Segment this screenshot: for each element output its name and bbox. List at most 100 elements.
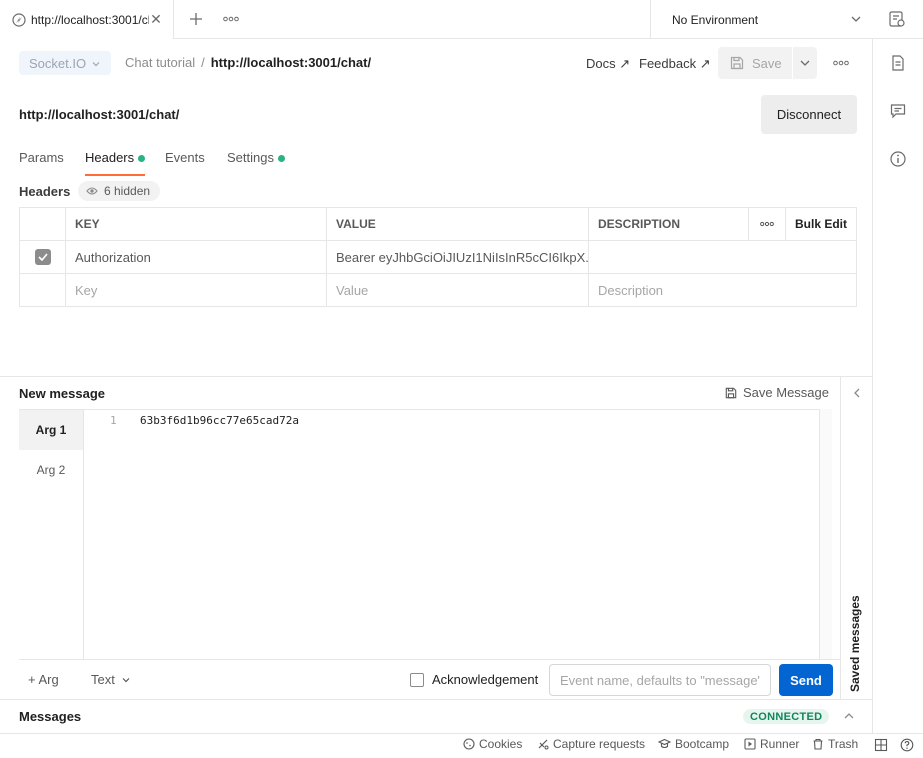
tab-params[interactable]: Params xyxy=(19,150,85,176)
event-name-input[interactable] xyxy=(549,664,771,696)
headers-indicator-dot xyxy=(138,155,145,162)
format-select[interactable]: Text xyxy=(91,672,131,687)
breadcrumb-separator: / xyxy=(201,55,205,70)
headers-section-label: Headers xyxy=(19,184,71,199)
table-row-new: Key Value Description xyxy=(20,274,856,307)
save-message-button[interactable]: Save Message xyxy=(725,385,829,400)
environment-quicklook-icon[interactable] xyxy=(888,10,906,28)
settings-indicator-dot xyxy=(277,155,285,162)
hidden-headers-toggle[interactable]: 6 hidden xyxy=(78,181,161,201)
url-field[interactable]: http://localhost:3001/chat/ xyxy=(19,107,179,122)
composer-divider xyxy=(0,376,872,377)
socketio-icon xyxy=(12,12,26,27)
breadcrumb: Chat tutorial / http://localhost:3001/ch… xyxy=(125,55,371,70)
plus-icon xyxy=(190,13,202,25)
checkbox-checked-icon[interactable] xyxy=(34,249,51,265)
tab-title: http://localhost:3001/chat/ xyxy=(31,12,149,27)
close-icon[interactable]: ✕ xyxy=(149,11,163,27)
message-editor[interactable]: 1 63b3f6d1b96cc77e65cad72a xyxy=(84,409,820,659)
tab-settings[interactable]: Settings xyxy=(227,150,297,176)
breadcrumb-request-name[interactable]: http://localhost:3001/chat/ xyxy=(211,55,371,70)
cookies-button[interactable]: Cookies xyxy=(463,737,522,751)
chevron-down-icon xyxy=(800,60,810,66)
satellite-icon xyxy=(538,739,549,750)
header-description-cell[interactable] xyxy=(588,241,856,273)
documentation-icon[interactable] xyxy=(889,54,907,72)
column-header-value: VALUE xyxy=(326,208,588,240)
new-key-input[interactable]: Key xyxy=(65,274,326,306)
add-arg-button[interactable]: + Arg xyxy=(28,672,59,687)
bootcamp-button[interactable]: Bootcamp xyxy=(658,737,729,751)
chevron-down-icon xyxy=(851,16,861,22)
more-icon xyxy=(760,221,774,227)
args-tabs: Arg 1 Arg 2 xyxy=(19,409,84,659)
cookie-icon xyxy=(463,738,475,750)
save-options-button[interactable] xyxy=(793,47,817,79)
new-tab-button[interactable] xyxy=(186,9,206,29)
messages-title: Messages xyxy=(19,709,82,724)
headers-table: KEY VALUE DESCRIPTION Bulk Edit Authoriz… xyxy=(19,207,857,307)
line-number: 1 xyxy=(110,414,117,427)
help-icon[interactable] xyxy=(900,738,914,752)
tabs-more-button[interactable] xyxy=(221,9,241,29)
protocol-select[interactable]: Socket.IO xyxy=(19,51,111,75)
editor-scrollbar[interactable] xyxy=(820,409,832,659)
runner-button[interactable]: Runner xyxy=(744,737,799,751)
new-message-title: New message xyxy=(19,386,105,401)
request-subtabs: Params Headers Events Settings xyxy=(19,150,297,176)
more-icon xyxy=(223,16,239,22)
request-tab[interactable]: http://localhost:3001/chat/ ✕ xyxy=(0,0,174,39)
column-header-description: DESCRIPTION xyxy=(588,208,748,240)
header-key-cell[interactable]: Authorization xyxy=(65,241,326,273)
send-button[interactable]: Send xyxy=(779,664,833,696)
environment-select[interactable]: No Environment xyxy=(650,0,872,39)
graduation-cap-icon xyxy=(658,738,671,749)
trash-icon xyxy=(813,738,823,750)
saved-messages-label[interactable]: Saved messages xyxy=(848,595,862,692)
header-value-cell[interactable]: Bearer eyJhbGciOiJIUzI1NiIsInR5cCI6IkpX.… xyxy=(326,241,588,273)
disconnect-button[interactable]: Disconnect xyxy=(761,95,857,134)
environment-label: No Environment xyxy=(672,12,759,27)
info-icon[interactable] xyxy=(889,150,907,168)
hidden-count: 6 hidden xyxy=(104,184,151,198)
row-checkbox[interactable] xyxy=(20,241,65,273)
more-icon xyxy=(833,60,849,66)
tab-headers[interactable]: Headers xyxy=(85,150,145,176)
chevron-up-icon[interactable] xyxy=(843,710,855,722)
message-content[interactable]: 63b3f6d1b96cc77e65cad72a xyxy=(140,414,299,427)
save-icon xyxy=(730,56,744,70)
trash-button[interactable]: Trash xyxy=(812,737,858,751)
request-more-button[interactable] xyxy=(831,55,851,71)
table-header-row: KEY VALUE DESCRIPTION Bulk Edit xyxy=(20,208,856,241)
status-badge: CONNECTED xyxy=(743,709,830,724)
arg-tab-1[interactable]: Arg 1 xyxy=(19,410,83,450)
docs-link[interactable]: Docs ↗ xyxy=(586,56,630,72)
tab-events[interactable]: Events xyxy=(165,150,227,176)
protocol-label: Socket.IO xyxy=(29,55,87,71)
tab-spacer xyxy=(145,150,165,176)
save-icon xyxy=(725,387,737,398)
checkbox-unchecked-icon[interactable] xyxy=(410,672,424,687)
new-row-checkbox-cell xyxy=(20,274,65,306)
arg-tab-2[interactable]: Arg 2 xyxy=(19,450,83,490)
two-pane-icon[interactable] xyxy=(874,738,888,752)
save-label: Save xyxy=(752,55,782,71)
save-button[interactable]: Save xyxy=(718,47,792,79)
table-row: Authorization Bearer eyJhbGciOiJIUzI1NiI… xyxy=(20,241,856,274)
column-options-button[interactable] xyxy=(748,208,785,240)
right-sidebar xyxy=(872,39,923,733)
breadcrumb-collection[interactable]: Chat tutorial xyxy=(125,55,195,70)
new-description-input[interactable]: Description xyxy=(588,274,856,306)
runner-icon xyxy=(744,738,756,750)
chevron-down-icon xyxy=(92,62,100,67)
acknowledgement-checkbox[interactable]: Acknowledgement xyxy=(410,672,538,687)
column-header-key: KEY xyxy=(65,208,326,240)
new-value-input[interactable]: Value xyxy=(326,274,588,306)
capture-requests-button[interactable]: Capture requests xyxy=(537,737,645,751)
feedback-link[interactable]: Feedback ↗ xyxy=(639,56,711,72)
comments-icon[interactable] xyxy=(889,102,907,120)
chevron-down-icon xyxy=(122,677,130,682)
messages-panel-header xyxy=(0,699,872,733)
bulk-edit-button[interactable]: Bulk Edit xyxy=(785,208,856,240)
checkbox-column-header xyxy=(20,208,65,240)
